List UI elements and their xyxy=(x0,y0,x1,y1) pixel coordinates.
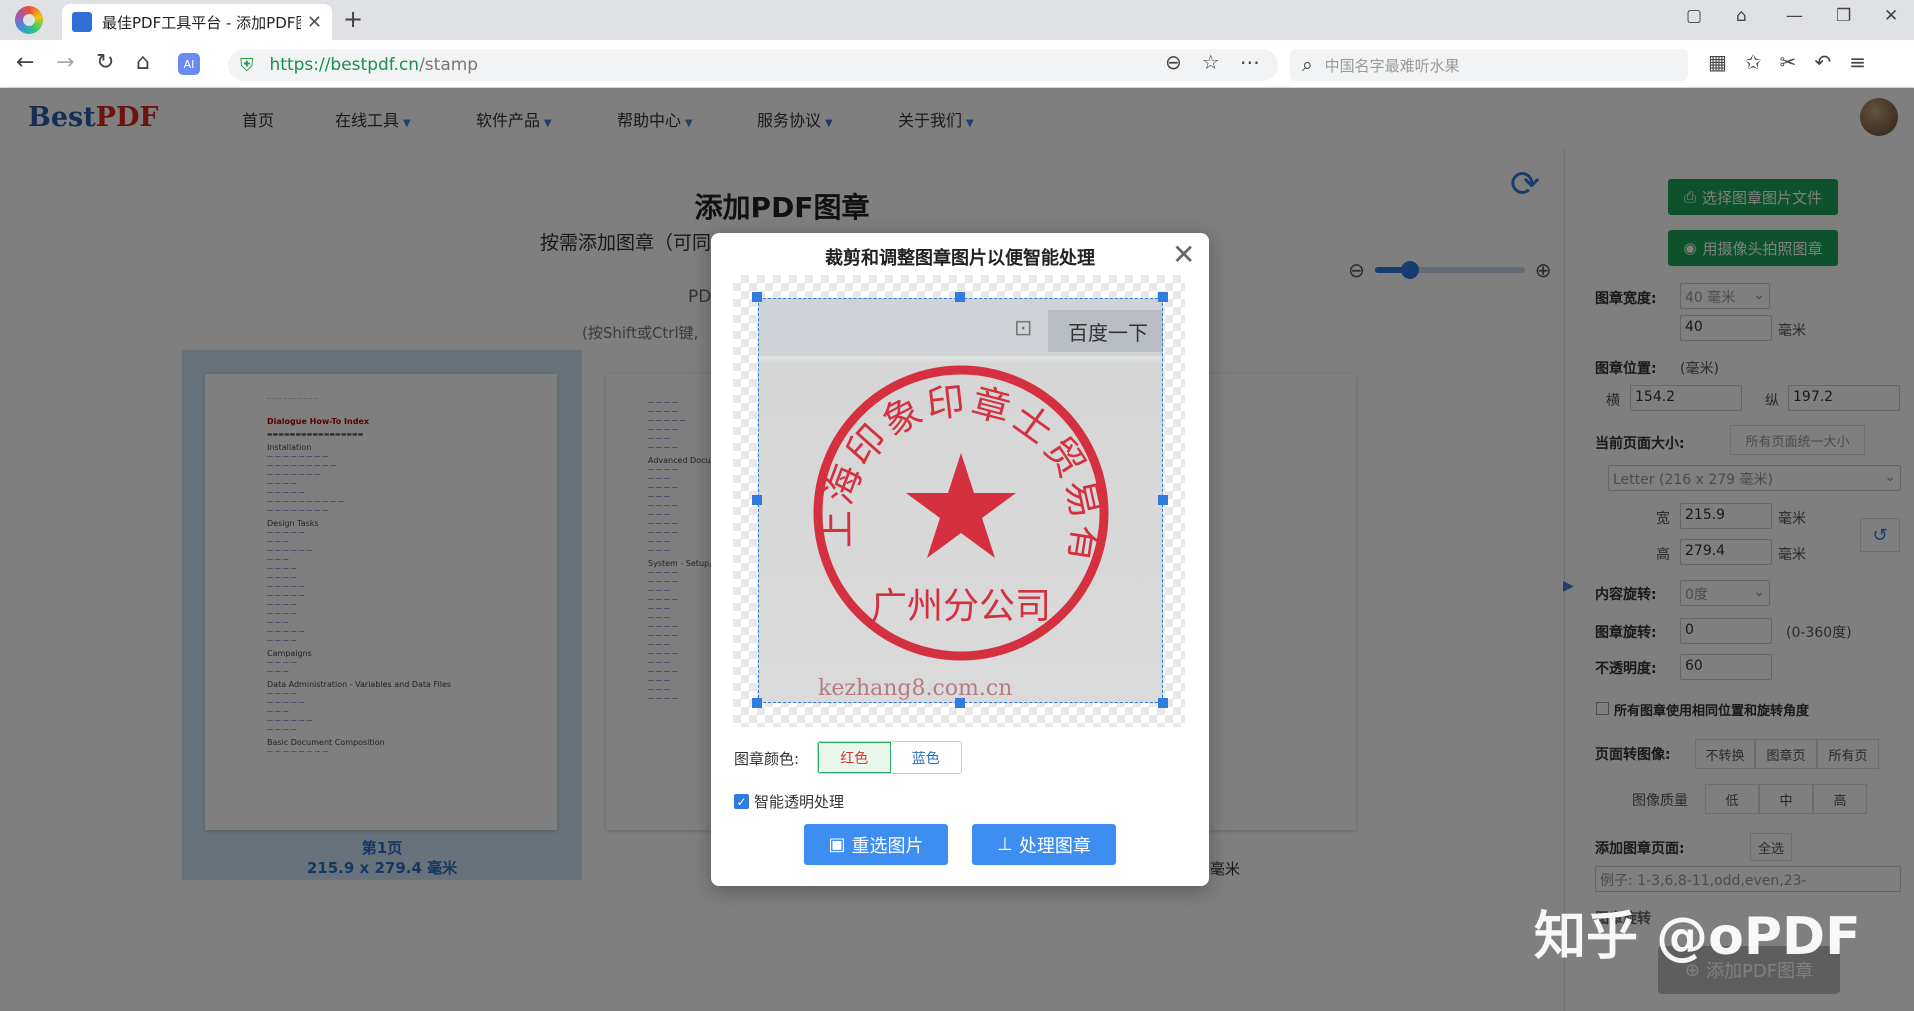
crop-handle-bl[interactable] xyxy=(752,698,762,708)
dialog-title: 裁剪和调整图章图片以便智能处理 xyxy=(825,248,1095,269)
process-label: 处理图章 xyxy=(1018,835,1091,857)
crop-handle-r[interactable] xyxy=(1158,495,1168,505)
reload-icon[interactable]: ↻ xyxy=(96,50,114,75)
home-icon[interactable]: ⌂ xyxy=(136,50,150,75)
browser-tab[interactable]: 最佳PDF工具平台 - 添加PDF图 ✕ xyxy=(62,4,332,40)
tab-title: 最佳PDF工具平台 - 添加PDF图 xyxy=(102,13,301,32)
reselect-image-button[interactable]: ▣ 重选图片 xyxy=(804,824,948,865)
search-placeholder: 中国名字最难听水果 xyxy=(1324,56,1460,75)
close-window-icon[interactable]: ✕ xyxy=(1884,6,1898,26)
process-stamp-button[interactable]: ⊥ 处理图章 xyxy=(972,824,1116,865)
crop-handle-tl[interactable] xyxy=(752,292,762,302)
stamp-color-label: 图章颜色: xyxy=(734,750,800,768)
minimize-icon[interactable]: — xyxy=(1786,6,1803,26)
more-icon[interactable]: ⋯ xyxy=(1240,50,1260,74)
checkbox-checked-icon[interactable]: ✓ xyxy=(734,794,749,809)
zoom-out-icon[interactable]: ⊖ xyxy=(1165,50,1182,74)
crop-handle-b[interactable] xyxy=(955,698,965,708)
undo-icon[interactable]: ↶ xyxy=(1814,50,1831,74)
url-actions: ⊖ ☆ ⋯ xyxy=(1165,50,1260,74)
scissors-icon[interactable]: ✂ xyxy=(1780,50,1797,74)
search-icon: ⌕ xyxy=(1302,54,1313,76)
reselect-label: 重选图片 xyxy=(851,835,924,857)
forward-icon[interactable]: → xyxy=(56,50,74,75)
apps-grid-icon[interactable]: ▦ xyxy=(1708,50,1727,74)
color-toggle: 红色 蓝色 xyxy=(817,741,962,774)
ai-icon[interactable]: AI xyxy=(178,53,200,75)
color-blue-option[interactable]: 蓝色 xyxy=(891,742,962,773)
crop-handle-t[interactable] xyxy=(955,292,965,302)
back-icon[interactable]: ← xyxy=(16,50,34,75)
url-bar[interactable]: ⛨ https://bestpdf.cn/stamp xyxy=(228,49,1278,81)
browser-search-box[interactable]: ⌕ 中国名字最难听水果 xyxy=(1290,49,1688,81)
crop-handle-br[interactable] xyxy=(1158,698,1168,708)
url-path: /stamp xyxy=(419,55,479,75)
browser-tools: ▦ ✩ ✂ ↶ ≡ xyxy=(1708,50,1866,74)
bookmark-star-icon[interactable]: ☆ xyxy=(1202,50,1220,74)
new-tab-icon[interactable]: + xyxy=(343,5,363,33)
menu-icon[interactable]: ≡ xyxy=(1849,50,1866,74)
close-tab-icon[interactable]: ✕ xyxy=(307,12,322,33)
favorites-icon[interactable]: ✩ xyxy=(1745,50,1762,74)
shirt-icon[interactable]: ⌂ xyxy=(1736,6,1747,26)
tab-count-icon[interactable]: ▢ xyxy=(1686,6,1702,26)
zhihu-watermark: 知乎 @oPDF xyxy=(1534,907,1861,967)
crop-handle-l[interactable] xyxy=(752,495,762,505)
stamp-icon: ⊥ xyxy=(997,834,1013,855)
color-red-option[interactable]: 红色 xyxy=(818,742,891,773)
smart-transparent-option[interactable]: ✓ 智能透明处理 xyxy=(734,791,844,812)
site-favicon-icon xyxy=(72,12,92,32)
image-icon: ▣ xyxy=(828,834,846,855)
secure-shield-icon: ⛨ xyxy=(240,54,254,76)
crop-frame[interactable] xyxy=(758,298,1163,703)
restore-icon[interactable]: ❐ xyxy=(1836,6,1851,26)
close-dialog-icon[interactable]: ✕ xyxy=(1172,238,1195,271)
url-host: https://bestpdf.cn xyxy=(269,55,420,75)
smart-transparent-label: 智能透明处理 xyxy=(754,793,845,811)
crop-handle-tr[interactable] xyxy=(1158,292,1168,302)
browser-logo-icon[interactable] xyxy=(15,6,43,34)
